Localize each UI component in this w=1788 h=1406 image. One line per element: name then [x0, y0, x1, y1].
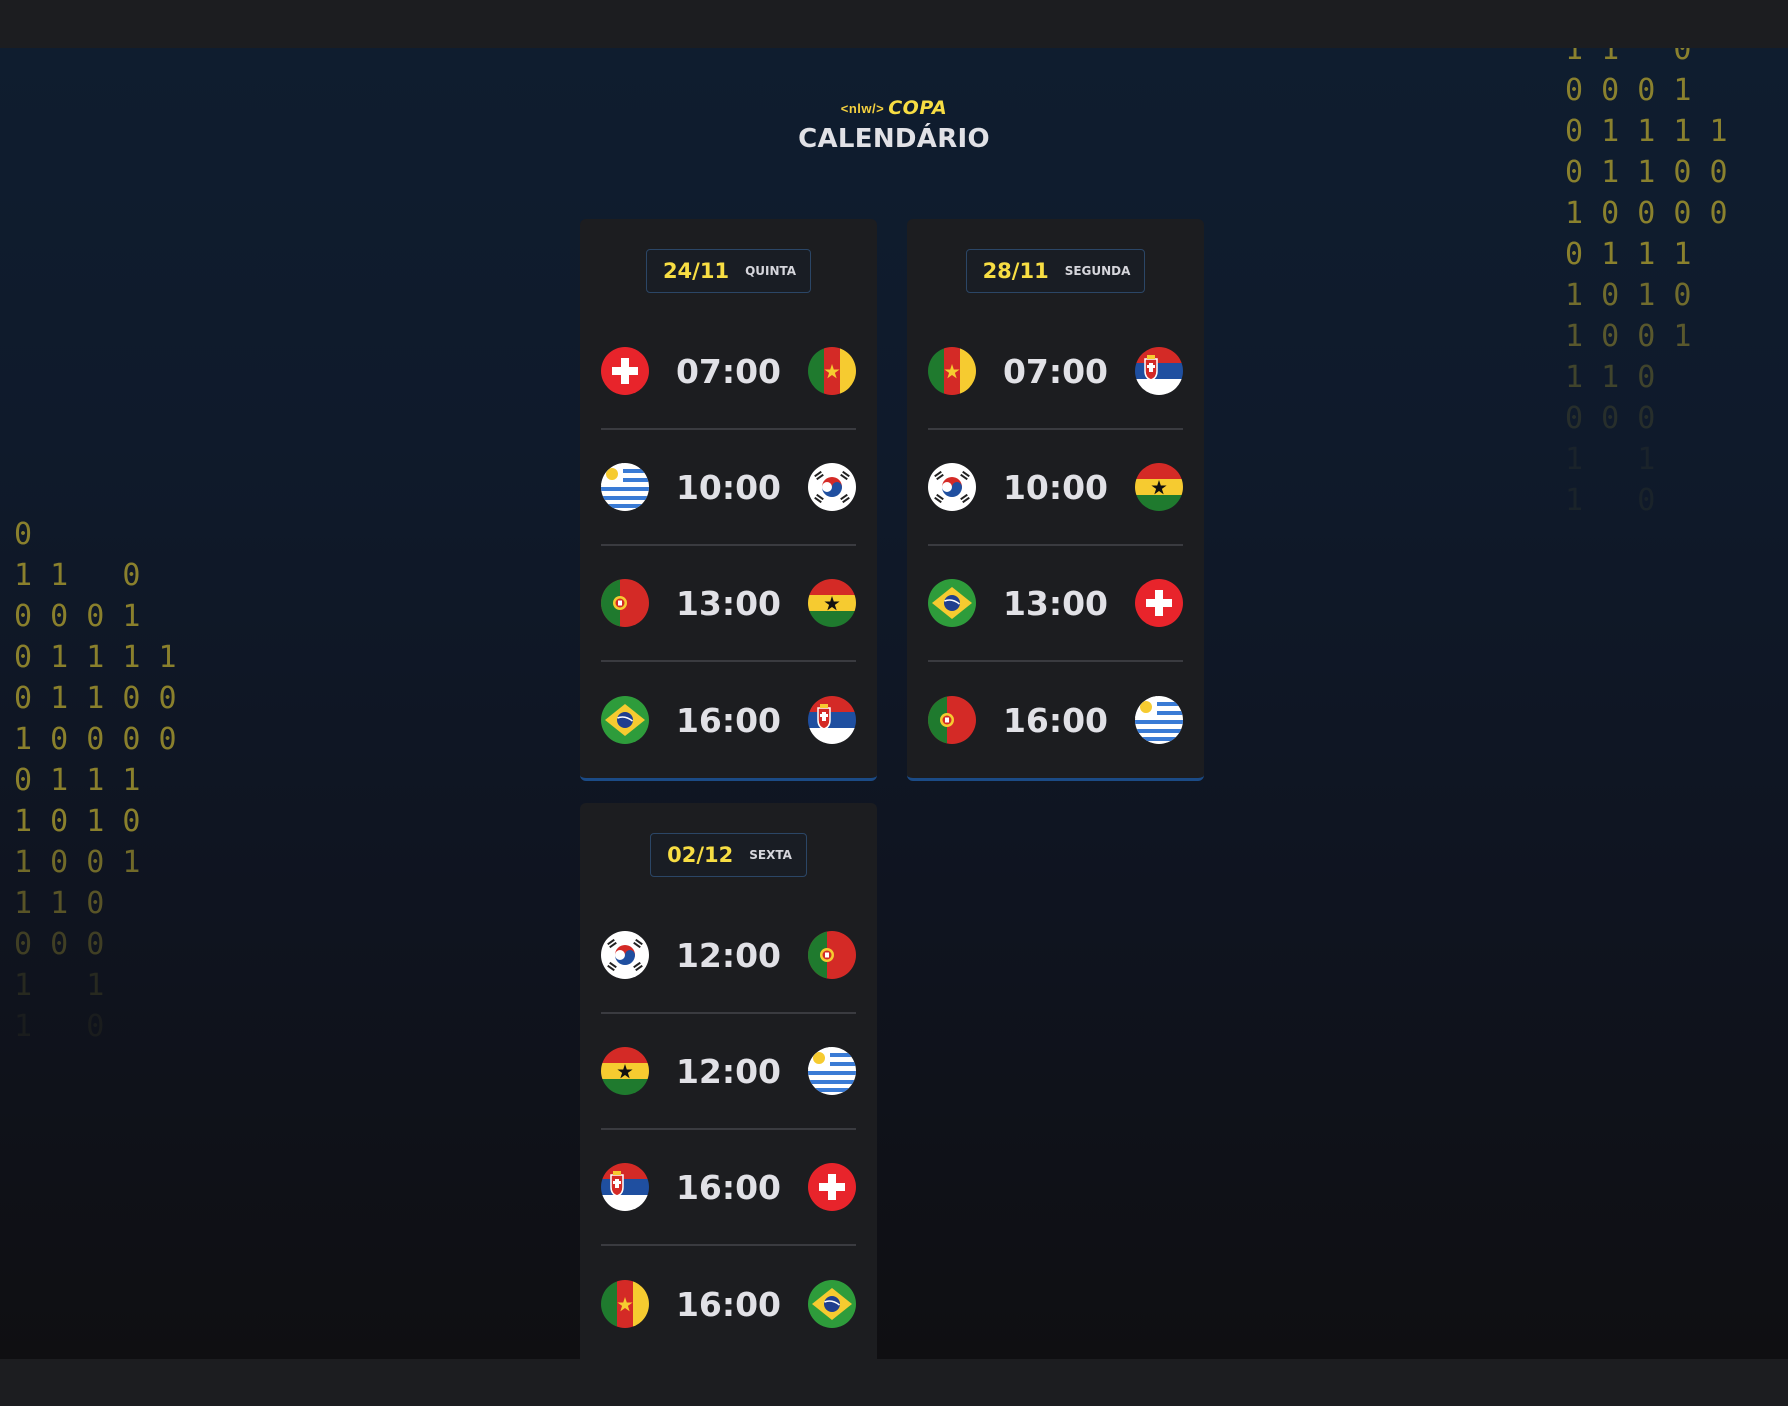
game-time: 16:00: [675, 700, 782, 740]
ghana-flag-icon: [1134, 463, 1183, 511]
ghana-flag-icon: [601, 1047, 649, 1095]
switzerland-flag-icon: [1134, 579, 1183, 627]
game-row: 10:00: [601, 430, 856, 546]
uruguay-flag-icon: [601, 463, 649, 511]
switzerland-flag-icon: [601, 347, 649, 395]
portugal-flag-icon: [928, 696, 976, 744]
card-date: 28/11: [982, 259, 1049, 283]
binary-line: 0: [14, 517, 33, 552]
binary-line: 1 0 1 0: [14, 804, 141, 839]
cameroon-flag-icon: [601, 1280, 649, 1328]
binary-line: 1 0 0 0 0: [1565, 196, 1728, 231]
date-badge: 28/11 SEGUNDA: [965, 249, 1146, 293]
game-row: 12:00: [601, 1014, 856, 1130]
south-korea-flag-icon: [807, 463, 856, 511]
game-time: 16:00: [1002, 700, 1109, 740]
game-row: 12:00: [601, 898, 856, 1014]
south-korea-flag-icon: [601, 931, 649, 979]
binary-line: 1 0 1 0: [1565, 278, 1692, 313]
serbia-flag-icon: [601, 1163, 649, 1211]
binary-line: 1 0 0 1: [1565, 319, 1692, 354]
cameroon-flag-icon: [928, 347, 976, 395]
portugal-flag-icon: [601, 579, 649, 627]
serbia-flag-icon: [1134, 347, 1183, 395]
card-header: 24/11 QUINTA: [580, 219, 877, 293]
games-list: 07:00 10:00 13:00 16:00: [907, 314, 1204, 778]
game-time: 16:00: [675, 1167, 782, 1207]
game-time: 07:00: [675, 351, 782, 391]
binary-line: 1 0 0 1: [14, 845, 141, 880]
binary-line: 0 1 1 1 1: [14, 640, 177, 675]
day-card: 28/11 SEGUNDA 07:00 10:00 13:00 16:00: [907, 219, 1204, 781]
cameroon-flag-icon: [807, 347, 856, 395]
binary-line: 1 1 0: [1565, 48, 1692, 67]
game-time: 12:00: [675, 935, 782, 975]
card-date: 24/11: [662, 259, 730, 283]
binary-line: 1 1: [1565, 442, 1656, 477]
binary-line: 1 1 0: [14, 558, 141, 593]
card-weekday: QUINTA: [745, 264, 797, 278]
logo-code: <nlw/>: [840, 100, 885, 116]
game-row: 07:00: [601, 314, 856, 430]
game-row: 07:00: [928, 314, 1183, 430]
binary-line: 0 0 0: [1565, 401, 1656, 436]
game-row: 10:00: [928, 430, 1183, 546]
date-badge: 02/12 SEXTA: [650, 833, 807, 877]
logo-name: COPA: [888, 97, 948, 119]
page-header: <nlw/> COPA CALENDÁRIO: [0, 96, 1788, 154]
card-header: 28/11 SEGUNDA: [907, 219, 1204, 293]
switzerland-flag-icon: [807, 1163, 856, 1211]
card-weekday: SEGUNDA: [1064, 264, 1131, 278]
game-row: 16:00: [601, 1130, 856, 1246]
game-time: 10:00: [675, 467, 782, 507]
game-row: 13:00: [928, 546, 1183, 662]
game-time: 16:00: [675, 1284, 782, 1324]
binary-decoration-left: 0 1 1 0 0 0 0 1 0 1 1 1 1 0 1 1 0 0 1 0 0 0 0…: [14, 514, 177, 1047]
binary-line: 1 1: [14, 968, 105, 1003]
binary-line: 0 1 1 1: [14, 763, 141, 798]
ghana-flag-icon: [807, 579, 856, 627]
uruguay-flag-icon: [1134, 696, 1183, 744]
card-date: 02/12: [667, 843, 734, 867]
binary-line: 0 0 0: [14, 927, 105, 962]
binary-line: 1 1 0: [14, 886, 105, 921]
day-card: 02/12 SEXTA 12:00 12:00 16:00 16:00: [580, 803, 877, 1359]
binary-line: 0 1 1 0 0: [14, 681, 177, 716]
binary-line: 0 1 1 1: [1565, 237, 1692, 272]
card-header: 02/12 SEXTA: [580, 803, 877, 877]
game-time: 10:00: [1002, 467, 1109, 507]
binary-line: 0 1 1 0 0: [1565, 155, 1728, 190]
games-list: 07:00 10:00 13:00 16:00: [580, 314, 877, 778]
game-time: 13:00: [675, 583, 782, 623]
game-time: 13:00: [1002, 583, 1109, 623]
card-weekday: SEXTA: [749, 848, 792, 862]
portugal-flag-icon: [807, 931, 856, 979]
date-badge: 24/11 QUINTA: [645, 249, 812, 293]
brazil-flag-icon: [807, 1280, 856, 1328]
game-row: 16:00: [601, 1246, 856, 1359]
game-time: 12:00: [675, 1051, 782, 1091]
binary-line: 1 0: [14, 1009, 105, 1044]
game-time: 07:00: [1002, 351, 1109, 391]
game-row: 13:00: [601, 546, 856, 662]
binary-line: 0 0 0 1: [14, 599, 141, 634]
brazil-flag-icon: [601, 696, 649, 744]
day-card: 24/11 QUINTA 07:00 10:00 13:00 16:00: [580, 219, 877, 781]
top-bar: [0, 0, 1788, 48]
game-row: 16:00: [928, 662, 1183, 778]
games-list: 12:00 12:00 16:00 16:00: [580, 898, 877, 1359]
app-background: 0 1 1 0 0 0 0 1 0 1 1 1 1 0 1 1 0 0 1 0 0 0 0…: [0, 48, 1788, 1359]
south-korea-flag-icon: [928, 463, 976, 511]
game-row: 16:00: [601, 662, 856, 778]
uruguay-flag-icon: [807, 1047, 856, 1095]
page-title: CALENDÁRIO: [798, 124, 990, 154]
binary-line: 1 0: [1565, 483, 1656, 518]
binary-line: 1 0 0 0 0: [14, 722, 177, 757]
logo: <nlw/> COPA: [0, 96, 1788, 120]
serbia-flag-icon: [807, 696, 856, 744]
bottom-bar: [0, 1359, 1788, 1406]
binary-line: 1 1 0: [1565, 360, 1656, 395]
brazil-flag-icon: [928, 579, 976, 627]
